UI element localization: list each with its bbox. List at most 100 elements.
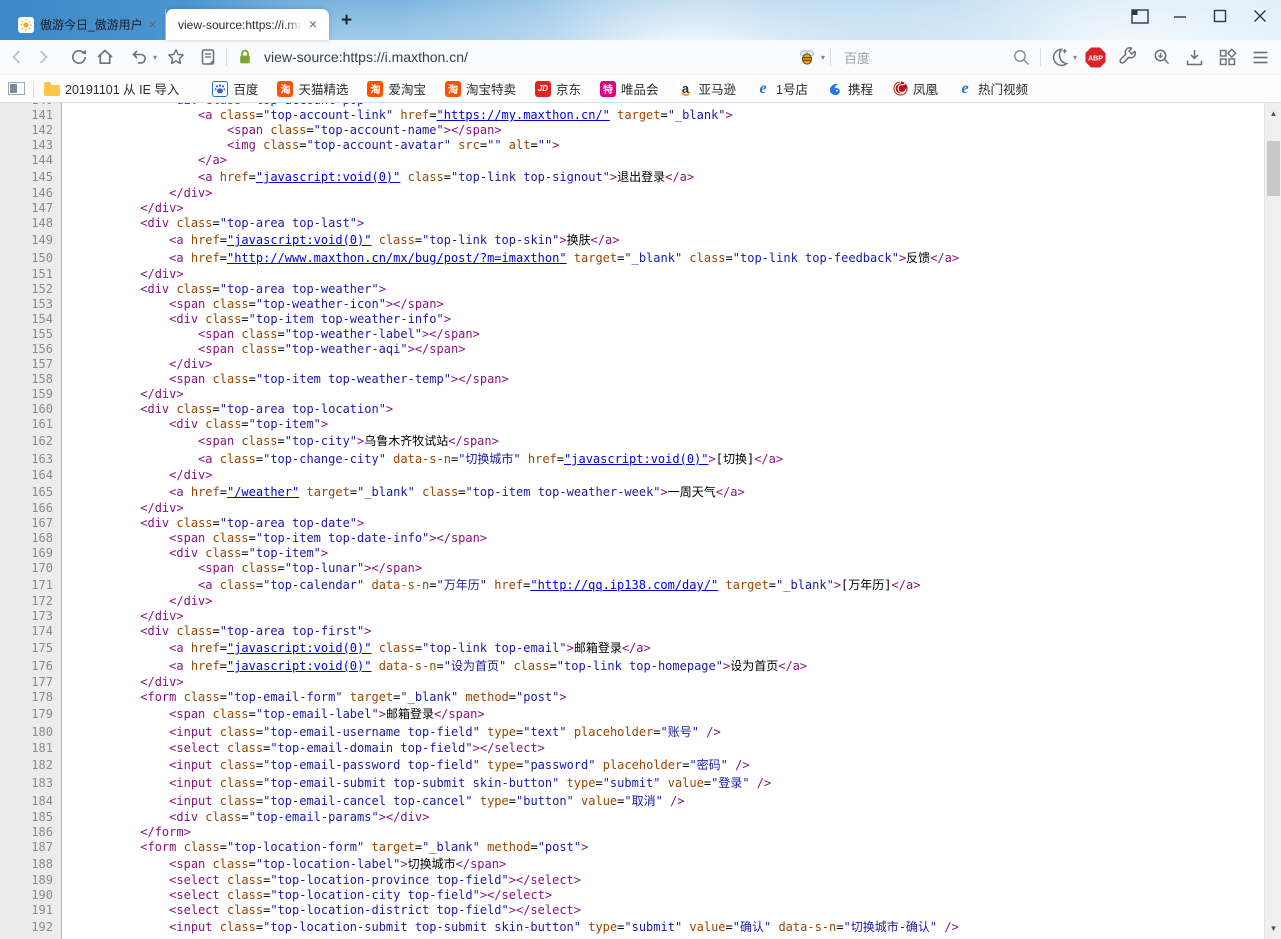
search-magnifier-icon[interactable] [1009,44,1035,70]
line-code: <input class="top-email-username top-fie… [62,723,721,741]
line-number: 162 [0,432,62,450]
line-number: 175 [0,639,62,657]
close-button[interactable] [1247,5,1273,27]
adblock-abp-icon[interactable]: ABP [1082,44,1108,70]
screen-capture-icon[interactable] [1148,44,1174,70]
bookmarks-sidebar-toggle-icon[interactable] [8,82,25,95]
forward-icon[interactable] [30,44,56,70]
line-number: 151 [0,267,62,282]
source-hyperlink[interactable]: "javascript:void(0)" [227,233,372,247]
line-code: <div class="top-area top-last"> [62,216,364,231]
line-code: <span class="top-lunar"></span> [62,561,422,576]
search-engine-bee-icon[interactable] [794,44,820,70]
scroll-up-arrow-icon[interactable]: ▲ [1265,105,1281,122]
source-hyperlink[interactable]: "http://www.maxthon.cn/mx/bug/post/?m=im… [227,251,567,265]
address-toolbar: ▾ view-source:https://i.maxthon.cn/ ▾ 百度 [0,40,1281,75]
folder-icon [44,85,60,96]
home-icon[interactable] [92,44,118,70]
search-box[interactable]: ▾ 百度 [794,44,1035,70]
source-line-187: 187 <form class="top-location-form" targ… [0,840,1281,855]
maximize-button[interactable] [1207,5,1233,27]
line-number: 183 [0,774,62,792]
tab-view-source[interactable]: view-source:https://i.maxtho × [166,9,329,40]
extensions-grid-icon[interactable] [1214,44,1240,70]
source-line-144: 144 </a> [0,153,1281,168]
tab-close-icon[interactable]: × [304,16,322,34]
line-number: 180 [0,723,62,741]
bookmark-jd[interactable]: JD 京东 [535,79,581,98]
bookmark-amazon[interactable]: a 亚马逊 [678,79,737,98]
bookmark-tmall[interactable]: 淘 天猫精选 [277,79,348,98]
bookmark-vip[interactable]: 特 唯品会 [600,79,659,98]
scroll-down-arrow-icon[interactable]: ▼ [1265,920,1281,937]
line-code: </div> [62,468,213,483]
bookmark-hot-videos[interactable]: e 热门视频 [957,79,1028,98]
refresh-icon[interactable] [66,44,92,70]
back-icon[interactable] [4,44,30,70]
line-code: <input class="top-location-submit top-su… [62,918,959,936]
line-number: 156 [0,342,62,357]
night-mode-caret-icon[interactable]: ▾ [1073,53,1077,62]
night-mode-moon-icon[interactable] [1046,44,1072,70]
source-line-183: 183 <input class="top-email-submit top-s… [0,774,1281,792]
line-number: 176 [0,657,62,675]
line-number: 166 [0,501,62,516]
vertical-scrollbar[interactable]: ▲ ▼ [1264,103,1281,939]
jd-icon: JD [535,81,551,97]
source-hyperlink[interactable]: "javascript:void(0)" [256,170,401,184]
search-engine-caret-icon[interactable]: ▾ [821,53,825,62]
main-menu-icon[interactable] [1247,44,1273,70]
line-number: 141 [0,108,62,123]
line-code: <input class="top-email-submit top-submi… [62,774,771,792]
https-lock-icon[interactable] [232,44,258,70]
source-line-155: 155 <span class="top-weather-label"></sp… [0,327,1281,342]
ie-e-icon: e [957,81,973,97]
line-code: <a href="/weather" target="_blank" class… [62,483,745,501]
source-hyperlink[interactable]: "javascript:void(0)" [227,641,372,655]
new-tab-button[interactable]: + [329,6,352,40]
bookmark-folder-ie-import[interactable]: 20191101 从 IE 导入 [44,79,179,98]
undo-dropdown-caret-icon[interactable]: ▾ [153,53,157,62]
source-hyperlink[interactable]: "https://my.maxthon.cn/" [437,108,610,122]
line-number: 190 [0,888,62,903]
line-code: <input class="top-email-password top-fie… [62,756,750,774]
source-line-180: 180 <input class="top-email-username top… [0,723,1281,741]
reader-mode-icon[interactable] [195,44,221,70]
tab-close-icon[interactable]: × [144,16,161,34]
bookmark-baidu[interactable]: 百度 [212,79,258,98]
source-hyperlink[interactable]: "javascript:void(0)" [564,452,709,466]
source-line-170: 170 <span class="top-lunar"></span> [0,561,1281,576]
line-number: 191 [0,903,62,918]
tab-maxthon-today[interactable]: 傲游今日_傲游用户专属的网 × [10,9,166,40]
undo-icon[interactable] [126,44,152,70]
line-code: <div class="top-item"> [62,546,328,561]
split-panel-icon[interactable] [1127,5,1153,27]
bookmark-yhd[interactable]: e 1号店 [755,79,808,98]
line-number: 168 [0,531,62,546]
source-line-150: 150 <a href="http://www.maxthon.cn/mx/bu… [0,249,1281,267]
bookmark-ctrip[interactable]: 携程 [827,79,873,98]
source-line-157: 157 </div> [0,357,1281,372]
scrollbar-thumb[interactable] [1267,141,1280,196]
wrench-tools-icon[interactable] [1115,44,1141,70]
line-number: 167 [0,516,62,531]
bookmark-taobao-temai[interactable]: 淘 淘宝特卖 [445,79,516,98]
url-text[interactable]: view-source:https://i.maxthon.cn/ [264,49,468,65]
line-code: <select class="top-email-domain top-fiel… [62,741,545,756]
bookmark-aitaobao[interactable]: 淘 爱淘宝 [367,79,426,98]
source-hyperlink[interactable]: "http://qq.ip138.com/day/" [530,578,718,592]
line-code: </div> [62,186,213,201]
search-input[interactable]: 百度 [844,48,1009,67]
minimize-button[interactable] [1167,5,1193,27]
source-hyperlink[interactable]: "/weather" [227,485,299,499]
tab-strip: 傲游今日_傲游用户专属的网 × view-source:https://i.ma… [0,0,352,40]
source-line-189: 189 <select class="top-location-province… [0,873,1281,888]
source-line-173: 173 </div> [0,609,1281,624]
favorites-star-icon[interactable] [163,44,189,70]
line-code: <select class="top-location-city top-fie… [62,888,552,903]
download-icon[interactable] [1181,44,1207,70]
bookmarks-bar: 20191101 从 IE 导入 百度 淘 天猫精选 淘 爱淘宝 淘 淘宝特卖 … [0,75,1281,103]
bookmark-phoenix[interactable]: 凤凰 [892,79,938,98]
source-line-167: 167 <div class="top-area top-date"> [0,516,1281,531]
source-hyperlink[interactable]: "javascript:void(0)" [227,659,372,673]
